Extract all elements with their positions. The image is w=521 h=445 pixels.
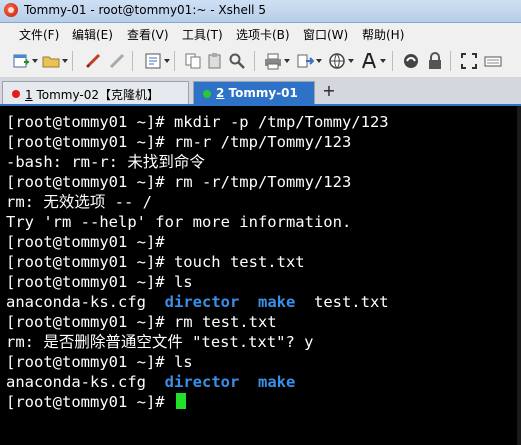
file-entry: anaconda-ks.cfg bbox=[6, 373, 146, 391]
menu-bar: 文件(F) 编辑(E) 查看(V) 工具(T) 选项卡(B) 窗口(W) 帮助(… bbox=[0, 23, 521, 45]
new-session-icon[interactable] bbox=[12, 52, 30, 70]
toolbar bbox=[0, 45, 521, 78]
paste-icon[interactable] bbox=[206, 52, 224, 70]
menu-file[interactable]: 文件(F) bbox=[19, 26, 59, 43]
xftp-icon[interactable] bbox=[402, 52, 420, 70]
terminal-line: [root@tommy01 ~]# ls bbox=[6, 273, 193, 291]
menu-edit[interactable]: 编辑(E) bbox=[72, 26, 113, 43]
window-title: Tommy-01 - root@tommy01:~ - Xshell 5 bbox=[24, 3, 266, 17]
xshell-app-icon bbox=[4, 3, 18, 17]
terminal-line: -bash: rm-r: 未找到命令 bbox=[6, 153, 205, 171]
terminal-line: [root@tommy01 ~]# rm test.txt bbox=[6, 313, 277, 331]
directory-entry: director bbox=[164, 293, 240, 311]
add-tab-button[interactable]: + bbox=[318, 81, 340, 103]
transfer-icon[interactable] bbox=[296, 52, 314, 70]
terminal-ls-output: anaconda-ks.cfg director make test.txt bbox=[6, 292, 389, 312]
menu-tabs[interactable]: 选项卡(B) bbox=[236, 26, 290, 43]
tab-bar: 1 Tommy-02【克隆机】 2 Tommy-01 + bbox=[0, 78, 521, 106]
globe-icon[interactable] bbox=[328, 52, 346, 70]
title-bar: Tommy-01 - root@tommy01:~ - Xshell 5 bbox=[0, 0, 521, 23]
menu-help[interactable]: 帮助(H) bbox=[362, 26, 404, 43]
lock-icon[interactable] bbox=[426, 52, 444, 70]
terminal-prompt-line: [root@tommy01 ~]# bbox=[6, 392, 186, 412]
font-icon[interactable] bbox=[360, 52, 378, 70]
terminal-cursor[interactable] bbox=[175, 393, 186, 409]
tab-number: 1 bbox=[25, 88, 33, 102]
print-icon[interactable] bbox=[264, 52, 282, 70]
terminal-line: [root@tommy01 ~]# touch test.txt bbox=[6, 253, 305, 271]
terminal-line: Try 'rm --help' for more information. bbox=[6, 213, 352, 231]
tab-status-disconnected-icon bbox=[12, 90, 20, 98]
directory-entry: make bbox=[257, 293, 296, 311]
directory-entry: make bbox=[257, 373, 296, 391]
terminal-line: rm: 无效选项 -- / bbox=[6, 193, 152, 211]
tab-label: Tommy-01 bbox=[224, 86, 298, 100]
tab-tommy-02[interactable]: 1 Tommy-02【克隆机】 bbox=[2, 81, 189, 104]
reconnect-icon[interactable] bbox=[108, 52, 126, 70]
directory-entry: director bbox=[164, 373, 240, 391]
terminal-prompt: [root@tommy01 ~]# bbox=[6, 393, 165, 411]
properties-icon[interactable] bbox=[144, 52, 162, 70]
terminal-line: [root@tommy01 ~]# rm-r /tmp/Tommy/123 bbox=[6, 133, 352, 151]
menu-view[interactable]: 查看(V) bbox=[127, 26, 169, 43]
menu-window[interactable]: 窗口(W) bbox=[303, 26, 348, 43]
terminal-ls-output: anaconda-ks.cfg director make bbox=[6, 372, 295, 392]
file-entry: test.txt bbox=[313, 293, 389, 311]
file-entry: anaconda-ks.cfg bbox=[6, 293, 146, 311]
find-icon[interactable] bbox=[228, 52, 246, 70]
copy-icon[interactable] bbox=[184, 52, 202, 70]
tab-tommy-01[interactable]: 2 Tommy-01 bbox=[193, 81, 315, 104]
disconnect-icon[interactable] bbox=[84, 52, 102, 70]
open-folder-icon[interactable] bbox=[42, 52, 60, 70]
terminal-line: [root@tommy01 ~]# bbox=[6, 233, 165, 251]
terminal-line: [root@tommy01 ~]# ls bbox=[6, 353, 193, 371]
terminal-line: [root@tommy01 ~]# mkdir -p /tmp/Tommy/12… bbox=[6, 113, 389, 131]
terminal-line: [root@tommy01 ~]# rm -r/tmp/Tommy/123 bbox=[6, 173, 352, 191]
fullscreen-icon[interactable] bbox=[460, 52, 478, 70]
menu-tools[interactable]: 工具(T) bbox=[182, 26, 223, 43]
tab-label: Tommy-02【克隆机】 bbox=[32, 88, 159, 102]
terminal-line: rm: 是否删除普通空文件 "test.txt"? y bbox=[6, 333, 314, 351]
terminal-area[interactable]: [root@tommy01 ~]# mkdir -p /tmp/Tommy/12… bbox=[0, 106, 521, 445]
tab-status-connected-icon bbox=[203, 90, 211, 98]
terminal-scrollbar[interactable] bbox=[517, 106, 521, 445]
keyboard-icon[interactable] bbox=[484, 52, 502, 70]
